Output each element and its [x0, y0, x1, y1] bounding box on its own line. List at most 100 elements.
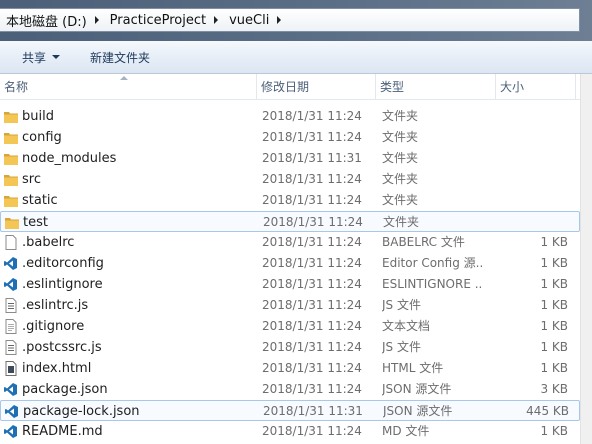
file-type: JSON 源文件: [382, 382, 452, 396]
file-name: index.html: [22, 361, 92, 376]
file-type: 文件夹: [383, 215, 420, 229]
column-header-name[interactable]: 名称: [0, 74, 257, 99]
file-size: [482, 169, 568, 190]
file-row[interactable]: src 2018/1/31 11:24 文件夹: [0, 169, 580, 190]
file-name: build: [22, 109, 54, 124]
vscode-file-icon: [3, 277, 19, 292]
js-file-icon: [3, 340, 19, 355]
file-type: JS 文件: [382, 298, 421, 312]
file-date-modified: 2018/1/31 11:24: [262, 256, 362, 270]
column-header-date[interactable]: 修改日期: [257, 74, 376, 99]
file-type: JS 文件: [382, 340, 421, 354]
file-row[interactable]: .gitignore 2018/1/31 11:24 文本文档 1 KB: [0, 316, 580, 337]
file-size: [482, 190, 568, 211]
column-header-type[interactable]: 类型: [376, 74, 496, 99]
file-name: .editorconfig: [22, 256, 104, 271]
file-name: static: [22, 193, 58, 208]
file-type: 文件夹: [382, 193, 419, 207]
file-row[interactable]: config 2018/1/31 11:24 文件夹: [0, 127, 580, 148]
file-row[interactable]: test 2018/1/31 11:24 文件夹: [0, 211, 580, 232]
file-date-modified: 2018/1/31 11:31: [262, 151, 362, 165]
file-date-modified: 2018/1/31 11:24: [262, 130, 362, 144]
file-date-modified: 2018/1/31 11:24: [262, 424, 362, 438]
file-row[interactable]: index.html 2018/1/31 11:24 HTML 文件 1 KB: [0, 358, 580, 379]
vertical-scrollbar[interactable]: [580, 74, 592, 444]
file-row[interactable]: .babelrc 2018/1/31 11:24 BABELRC 文件 1 KB: [0, 232, 580, 253]
column-header-name-label: 名称: [4, 80, 29, 94]
file-type: 文件夹: [382, 130, 419, 144]
file-row[interactable]: build 2018/1/31 11:24 文件夹: [0, 106, 580, 127]
file-size: 1 KB: [540, 256, 568, 270]
file-date-modified: 2018/1/31 11:24: [262, 193, 362, 207]
file-size: 1 KB: [540, 235, 568, 249]
folder-icon: [3, 172, 19, 187]
breadcrumb-drive[interactable]: 本地磁盘 (D:): [0, 11, 90, 30]
file-date-modified: 2018/1/31 11:24: [262, 340, 362, 354]
file-name: .eslintignore: [22, 277, 103, 292]
file-row[interactable]: package-lock.json 2018/1/31 11:31 JSON 源文件…: [0, 400, 580, 421]
file-row[interactable]: node_modules 2018/1/31 11:31 文件夹: [0, 148, 580, 169]
vscode-file-icon: [3, 424, 19, 439]
file-row[interactable]: .postcssrc.js 2018/1/31 11:24 JS 文件 1 KB: [0, 337, 580, 358]
file-date-modified: 2018/1/31 11:24: [262, 277, 362, 291]
file-row[interactable]: package.json 2018/1/31 11:24 JSON 源文件 3 KB: [0, 379, 580, 400]
file-size: [482, 127, 568, 148]
file-row[interactable]: .editorconfig 2018/1/31 11:24 Editor Confi…: [0, 253, 580, 274]
file-row[interactable]: .eslintrc.js 2018/1/31 11:24 JS 文件 1 KB: [0, 295, 580, 316]
file-date-modified: 2018/1/31 11:24: [262, 109, 362, 123]
file-name: .babelrc: [22, 235, 75, 250]
file-date-modified: 2018/1/31 11:31: [263, 404, 363, 418]
address-bar[interactable]: 本地磁盘 (D:) PracticeProject vueCli: [0, 8, 580, 32]
file-size: [482, 148, 568, 169]
address-bar-region: 本地磁盘 (D:) PracticeProject vueCli: [0, 0, 592, 41]
file-type: 文件夹: [382, 109, 419, 123]
share-button[interactable]: 共享: [0, 41, 72, 73]
file-type: 文件夹: [382, 172, 419, 186]
file-name: package.json: [22, 382, 108, 397]
folder-icon: [3, 151, 19, 166]
file-name: config: [22, 130, 62, 145]
folder-icon: [3, 193, 19, 208]
file-row[interactable]: README.md 2018/1/31 11:24 MD 文件 1 KB: [0, 421, 580, 442]
file-date-modified: 2018/1/31 11:24: [262, 172, 362, 186]
file-name: .gitignore: [22, 319, 85, 334]
file-size: [482, 106, 568, 127]
breadcrumb-practiceproject[interactable]: PracticeProject: [104, 13, 209, 28]
file-size: 1 KB: [540, 361, 568, 375]
file-date-modified: 2018/1/31 11:24: [262, 382, 362, 396]
file-date-modified: 2018/1/31 11:24: [262, 235, 362, 249]
file-size: 1 KB: [540, 340, 568, 354]
file-name: src: [22, 172, 41, 187]
file-size: [483, 212, 569, 233]
file-row[interactable]: static 2018/1/31 11:24 文件夹: [0, 190, 580, 211]
file-size: 1 KB: [540, 319, 568, 333]
file-size: 445 KB: [526, 404, 569, 418]
dropdown-caret-icon: [52, 55, 61, 59]
file-size: 3 KB: [540, 382, 568, 396]
command-bar: 共享 新建文件夹: [0, 41, 592, 74]
column-header-size-label: 大小: [500, 80, 525, 94]
file-name: README.md: [22, 424, 103, 439]
column-header-size[interactable]: 大小: [496, 74, 576, 99]
new-folder-button-label: 新建文件夹: [90, 50, 151, 65]
breadcrumb-separator-icon[interactable]: [272, 13, 286, 27]
text-file-icon: [3, 319, 19, 334]
file-date-modified: 2018/1/31 11:24: [262, 319, 362, 333]
breadcrumb-separator-icon[interactable]: [209, 13, 223, 27]
file-row[interactable]: .eslintignore 2018/1/31 11:24 ESLINTIGNORE…: [0, 274, 580, 295]
breadcrumb-separator-icon[interactable]: [90, 13, 104, 27]
breadcrumb-vuecli[interactable]: vueCli: [223, 13, 272, 28]
file-type: Editor Config 源...: [382, 256, 482, 270]
file-type: BABELRC 文件: [382, 235, 465, 249]
js-file-icon: [3, 298, 19, 313]
vscode-file-icon: [3, 382, 19, 397]
file-size: 1 KB: [540, 298, 568, 312]
file-type: 文件夹: [382, 151, 419, 165]
file-type: HTML 文件: [382, 361, 444, 375]
column-header-type-label: 类型: [380, 80, 405, 94]
vscode-file-icon: [4, 404, 20, 419]
folder-icon: [3, 109, 19, 124]
sort-ascending-icon: [120, 76, 128, 80]
file-type: MD 文件: [382, 424, 430, 438]
new-folder-button[interactable]: 新建文件夹: [72, 41, 162, 73]
